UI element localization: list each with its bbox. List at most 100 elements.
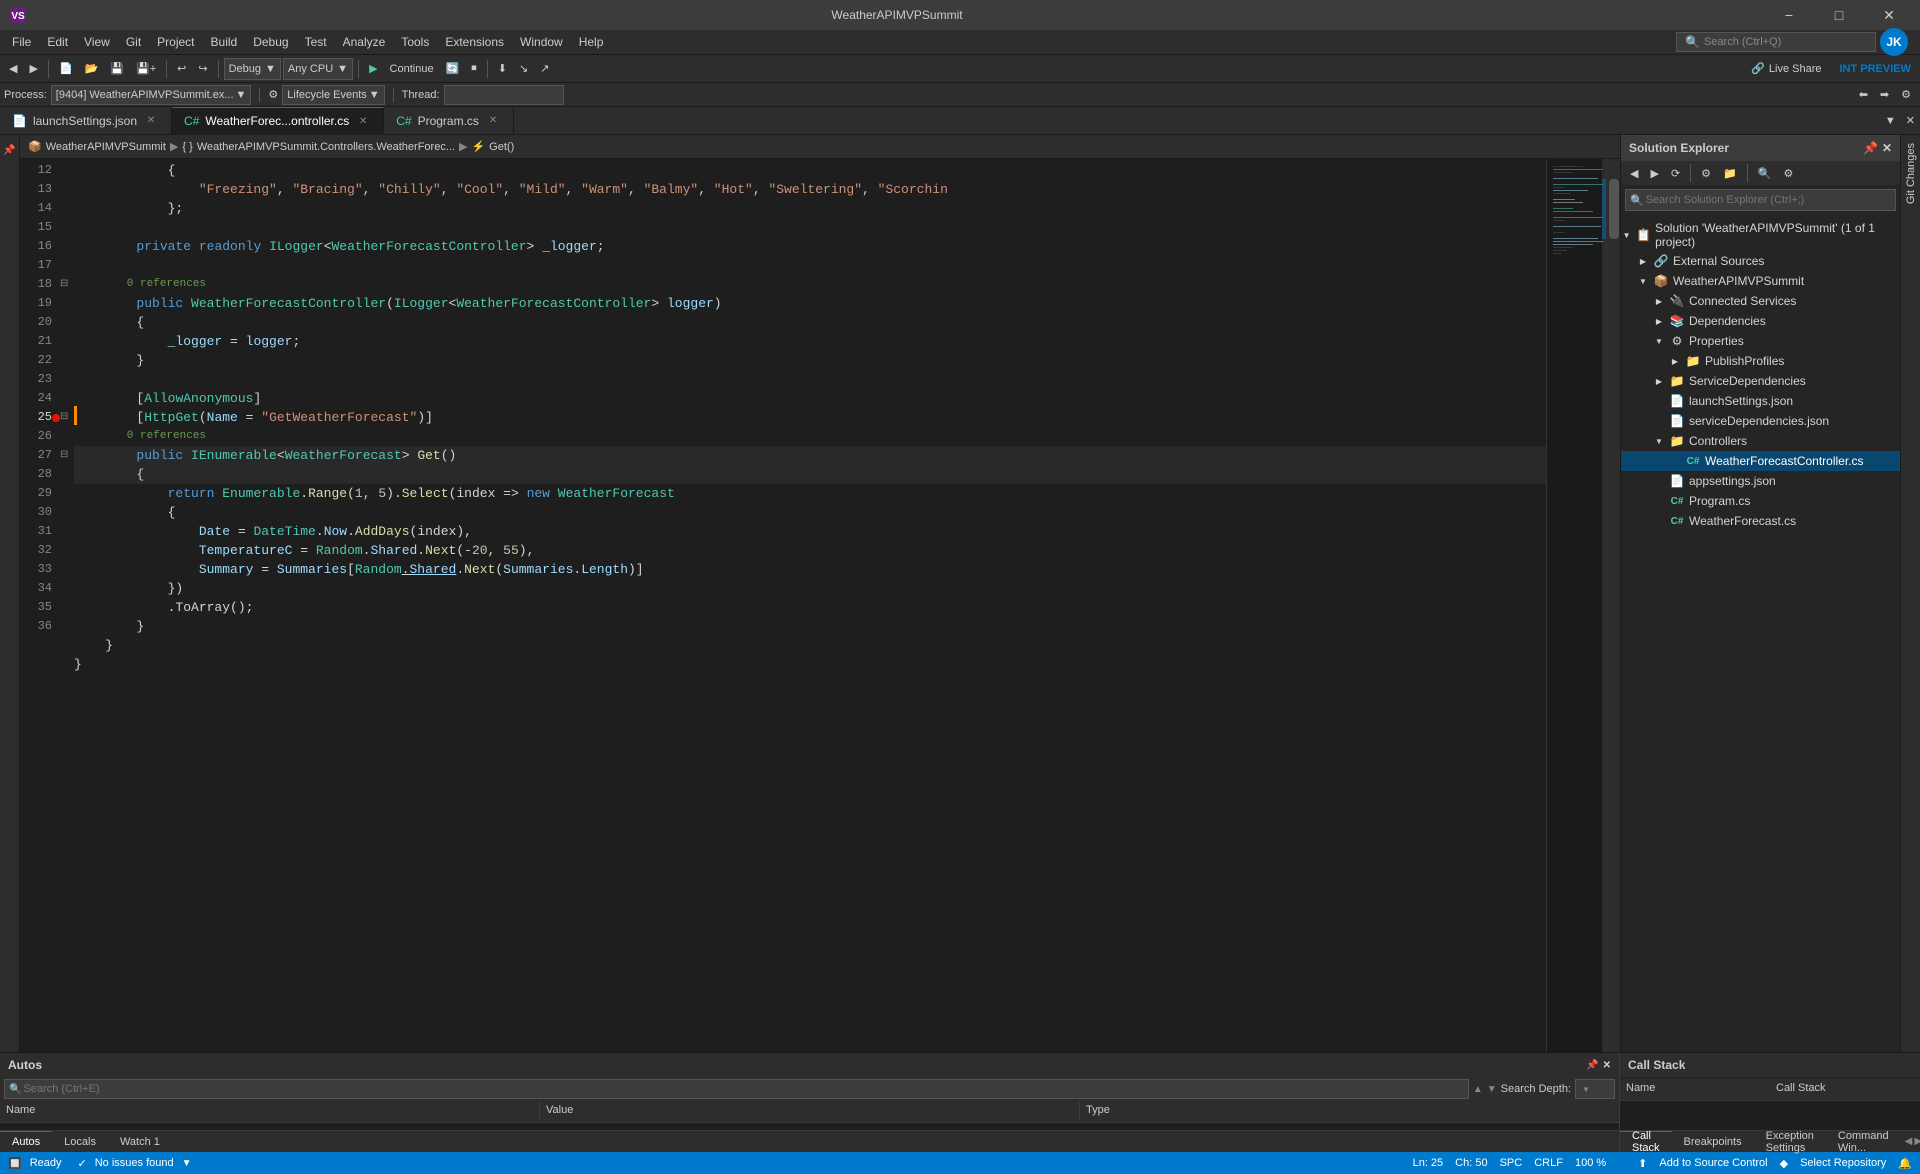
solution-explorer-pin[interactable]: 📌 (0, 139, 21, 161)
solution-search-input[interactable] (1646, 194, 1891, 206)
tree-weather-controller[interactable]: ▶ C# WeatherForecastController.cs (1621, 451, 1900, 471)
se-settings-btn[interactable]: ⚙ (1778, 162, 1798, 184)
close-all-button[interactable]: ✕ (1901, 110, 1920, 132)
se-forward-btn[interactable]: ▶ (1645, 162, 1663, 184)
tree-appsettings[interactable]: ▶ 📄 appsettings.json (1621, 471, 1900, 491)
se-filter-btn[interactable]: 🔍 (1753, 162, 1777, 184)
step-out-button[interactable]: ↗ (535, 58, 554, 80)
tab-breakpoints[interactable]: Breakpoints (1672, 1131, 1754, 1153)
redo-button[interactable]: ↪ (193, 58, 212, 80)
int-preview-button[interactable]: INT PREVIEW (1834, 58, 1916, 80)
back-button[interactable]: ◀ (4, 58, 22, 80)
thread-nav-2[interactable]: ➡ (1875, 84, 1894, 106)
tree-launch-settings[interactable]: ▶ 📄 launchSettings.json (1621, 391, 1900, 411)
undo-button[interactable]: ↩ (172, 58, 191, 80)
se-back-btn[interactable]: ◀ (1625, 162, 1643, 184)
tree-publish-profiles[interactable]: ▶ 📁 PublishProfiles (1621, 351, 1900, 371)
pin-icon[interactable]: 📌 (1863, 141, 1878, 155)
start-button[interactable]: ▶ (364, 58, 382, 80)
se-show-all-btn[interactable]: 📁 (1718, 162, 1742, 184)
tree-dependencies[interactable]: ▶ 📚 Dependencies (1621, 311, 1900, 331)
menu-help[interactable]: Help (571, 30, 612, 55)
menu-analyze[interactable]: Analyze (335, 30, 394, 55)
platform-dropdown[interactable]: Any CPU ▼ (283, 58, 353, 80)
v-scroll-thumb[interactable] (1609, 179, 1619, 239)
tree-controllers[interactable]: ▼ 📁 Controllers (1621, 431, 1900, 451)
scroll-left-icon[interactable]: ◀ (1905, 1136, 1913, 1147)
tree-properties[interactable]: ▼ ⚙ Properties (1621, 331, 1900, 351)
vertical-scrollbar[interactable] (1606, 159, 1620, 1052)
close-button[interactable]: ✕ (1866, 0, 1912, 30)
menu-edit[interactable]: Edit (39, 30, 76, 55)
thread-nav-1[interactable]: ⬅ (1854, 84, 1873, 106)
menu-test[interactable]: Test (297, 30, 335, 55)
code-editor[interactable]: 12 13 14 15 16 17 18 19 20 21 22 23 24 2… (20, 159, 1620, 1052)
minimize-button[interactable]: − (1766, 0, 1812, 30)
close-icon[interactable]: ✕ (1882, 141, 1892, 155)
tab-program[interactable]: C# Program.cs ✕ (384, 107, 514, 135)
menu-file[interactable]: File (4, 30, 39, 55)
autos-close-icon[interactable]: ✕ (1603, 1060, 1611, 1071)
tab-call-stack[interactable]: Call Stack (1620, 1131, 1672, 1153)
restart-button[interactable]: 🔄 (441, 58, 465, 80)
step-over-button[interactable]: ⬇ (493, 58, 512, 80)
tree-connected-services[interactable]: ▶ 🔌 Connected Services (1621, 291, 1900, 311)
tab-command-window[interactable]: Command Win... (1826, 1131, 1901, 1153)
tree-external-sources[interactable]: ▶ 🔗 External Sources (1621, 251, 1900, 271)
tab-autos[interactable]: Autos (0, 1131, 52, 1153)
stop-button[interactable]: ⏹ (466, 58, 482, 80)
maximize-button[interactable]: □ (1816, 0, 1862, 30)
autos-search-input[interactable] (23, 1083, 1463, 1095)
tab-close-program[interactable]: ✕ (485, 113, 501, 129)
tree-weather-forecast-cs[interactable]: ▶ C# WeatherForecast.cs (1621, 511, 1900, 531)
menu-build[interactable]: Build (203, 30, 246, 55)
save-all-button[interactable]: 💾+ (131, 58, 161, 80)
menu-extensions[interactable]: Extensions (437, 30, 512, 55)
tab-launch-settings[interactable]: 📄 launchSettings.json ✕ (0, 107, 172, 135)
menu-tools[interactable]: Tools (393, 30, 437, 55)
forward-button[interactable]: ▶ (24, 58, 42, 80)
se-properties-btn[interactable]: ⚙ (1696, 162, 1716, 184)
menu-view[interactable]: View (76, 30, 118, 55)
se-sync-btn[interactable]: ⟳ (1666, 162, 1685, 184)
new-file-button[interactable]: 📄 (54, 58, 78, 80)
tab-overflow-button[interactable]: ▼ (1880, 110, 1901, 132)
git-changes-tab[interactable]: Git Changes (1901, 135, 1920, 212)
status-issues-dropdown[interactable]: ▼ (182, 1158, 192, 1169)
select-repo-label[interactable]: Select Repository (1800, 1157, 1886, 1169)
tab-weather-controller[interactable]: C# WeatherForec...ontroller.cs ✕ (172, 107, 384, 135)
tab-close-launch[interactable]: ✕ (143, 113, 159, 129)
code-content[interactable]: { "Freezing", "Bracing", "Chilly", "Cool… (74, 159, 1546, 1052)
user-avatar[interactable]: JK (1880, 28, 1908, 56)
debug-mode-dropdown[interactable]: Debug ▼ (224, 58, 281, 80)
tab-exception-settings[interactable]: Exception Settings (1754, 1131, 1826, 1153)
scroll-right-icon[interactable]: ▶ (1914, 1136, 1920, 1147)
thread-nav-3[interactable]: ⚙ (1896, 84, 1916, 106)
tree-project[interactable]: ▼ 📦 WeatherAPIMVPSummit (1621, 271, 1900, 291)
tab-watch-1[interactable]: Watch 1 (108, 1131, 172, 1153)
tab-close-controller[interactable]: ✕ (355, 113, 371, 129)
lifecycle-dropdown[interactable]: Lifecycle Events ▼ (282, 85, 384, 105)
menu-debug[interactable]: Debug (245, 30, 296, 55)
depth-dropdown-arrow[interactable]: ▼ (1582, 1085, 1590, 1094)
tree-solution[interactable]: ▼ 📋 Solution 'WeatherAPIMVPSummit' (1 of… (1621, 219, 1900, 251)
tree-program-cs[interactable]: ▶ C# Program.cs (1621, 491, 1900, 511)
breadcrumb-member[interactable]: Get() (489, 141, 514, 153)
autos-pin-icon[interactable]: 📌 (1586, 1060, 1598, 1071)
search-down-icon[interactable]: ▼ (1487, 1084, 1497, 1095)
open-file-button[interactable]: 📂 (80, 58, 104, 80)
breadcrumb-project[interactable]: WeatherAPIMVPSummit (46, 141, 166, 153)
search-up-icon[interactable]: ▲ (1473, 1084, 1483, 1095)
bell-icon[interactable]: 🔔 (1898, 1157, 1912, 1170)
menu-git[interactable]: Git (118, 30, 149, 55)
tab-locals[interactable]: Locals (52, 1131, 108, 1153)
menu-window[interactable]: Window (512, 30, 571, 55)
step-into-button[interactable]: ↘ (514, 58, 533, 80)
save-button[interactable]: 💾 (105, 58, 129, 80)
menu-project[interactable]: Project (149, 30, 202, 55)
continue-button[interactable]: Continue (385, 58, 439, 80)
process-dropdown[interactable]: [9404] WeatherAPIMVPSummit.ex... ▼ (51, 85, 252, 105)
thread-dropdown[interactable] (444, 85, 564, 105)
source-control-label[interactable]: Add to Source Control (1659, 1157, 1767, 1169)
breadcrumb-namespace[interactable]: WeatherAPIMVPSummit.Controllers.WeatherF… (197, 141, 455, 153)
